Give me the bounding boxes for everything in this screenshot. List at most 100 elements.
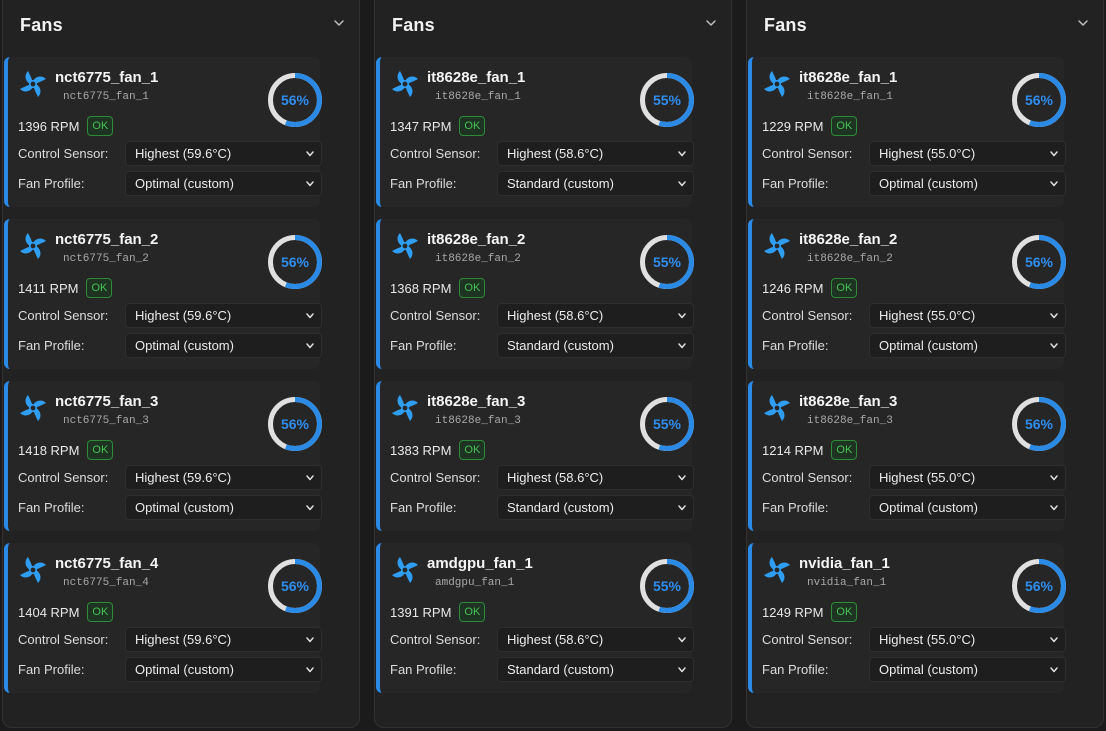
- fan-profile-select[interactable]: Optimal (custom): [125, 495, 322, 520]
- chevron-down-icon: [706, 20, 716, 26]
- fan-card: nvidia_fan_1 nvidia_fan_1 56% 1249 RPM O…: [748, 543, 1066, 693]
- fan-profile-value: Optimal (custom): [879, 662, 978, 677]
- fan-icon: [20, 233, 46, 259]
- fan-profile-select[interactable]: Optimal (custom): [869, 495, 1066, 520]
- chevron-down-icon: [306, 343, 314, 349]
- control-sensor-select[interactable]: Highest (55.0°C): [869, 141, 1066, 166]
- chevron-down-icon: [678, 637, 686, 643]
- fan-speed-gauge: 56%: [1011, 234, 1067, 290]
- panel-title: Fans: [392, 15, 435, 35]
- status-badge: OK: [459, 440, 486, 460]
- fan-rpm: 1404 RPM: [18, 604, 80, 620]
- fan-profile-select[interactable]: Standard (custom): [497, 495, 694, 520]
- fan-speed-percent: 56%: [1024, 416, 1054, 432]
- control-sensor-select[interactable]: Highest (58.6°C): [497, 141, 694, 166]
- panel-title: Fans: [764, 15, 807, 35]
- chevron-down-icon: [306, 637, 314, 643]
- fan-speed-percent: 56%: [280, 92, 310, 108]
- fan-profile-select[interactable]: Optimal (custom): [869, 171, 1066, 196]
- fan-card: nct6775_fan_1 nct6775_fan_1 56% 1396 RPM…: [4, 57, 323, 207]
- fan-speed-percent: 56%: [280, 578, 310, 594]
- control-sensor-label: Control Sensor:: [762, 632, 853, 647]
- fan-rpm: 1214 RPM: [762, 442, 824, 458]
- fan-profile-select[interactable]: Standard (custom): [497, 333, 694, 358]
- fan-speed-gauge: 56%: [267, 72, 323, 128]
- fan-icon: [392, 395, 418, 421]
- fan-card: it8628e_fan_1 it8628e_fan_1 56% 1229 RPM…: [748, 57, 1066, 207]
- chevron-down-icon: [1050, 151, 1058, 157]
- control-sensor-select[interactable]: Highest (55.0°C): [869, 465, 1066, 490]
- fan-id: nct6775_fan_2: [63, 253, 149, 265]
- fans-panel-1: Fans nct6775_fan_1 nct6775_fan_1 56% 139…: [2, 0, 360, 728]
- fan-profile-label: Fan Profile:: [18, 176, 85, 191]
- fan-rpm: 1347 RPM: [390, 118, 452, 134]
- chevron-down-icon: [1050, 505, 1058, 511]
- control-sensor-select[interactable]: Highest (59.6°C): [125, 141, 322, 166]
- control-sensor-select[interactable]: Highest (58.6°C): [497, 303, 694, 328]
- fan-rpm: 1368 RPM: [390, 280, 452, 296]
- chevron-down-icon: [1050, 343, 1058, 349]
- control-sensor-value: Highest (59.6°C): [135, 632, 232, 647]
- fan-profile-select[interactable]: Optimal (custom): [125, 333, 322, 358]
- fan-profile-label: Fan Profile:: [390, 662, 457, 677]
- chevron-down-icon: [678, 667, 686, 673]
- chevron-down-icon: [306, 313, 314, 319]
- status-badge: OK: [87, 602, 114, 622]
- control-sensor-label: Control Sensor:: [762, 146, 853, 161]
- fan-profile-value: Optimal (custom): [879, 500, 978, 515]
- control-sensor-select[interactable]: Highest (59.6°C): [125, 303, 322, 328]
- collapse-button[interactable]: [331, 15, 347, 31]
- fan-speed-percent: 55%: [652, 92, 682, 108]
- control-sensor-label: Control Sensor:: [762, 470, 853, 485]
- fan-profile-select[interactable]: Optimal (custom): [869, 333, 1066, 358]
- fan-profile-value: Optimal (custom): [135, 176, 234, 191]
- control-sensor-label: Control Sensor:: [18, 632, 109, 647]
- fan-profile-value: Optimal (custom): [135, 500, 234, 515]
- fan-name: it8628e_fan_1: [427, 69, 526, 86]
- control-sensor-select[interactable]: Highest (59.6°C): [125, 465, 322, 490]
- control-sensor-select[interactable]: Highest (58.6°C): [497, 627, 694, 652]
- control-sensor-select[interactable]: Highest (58.6°C): [497, 465, 694, 490]
- control-sensor-value: Highest (55.0°C): [879, 470, 976, 485]
- fan-speed-gauge: 55%: [639, 72, 695, 128]
- chevron-down-icon: [334, 20, 344, 26]
- fan-rpm: 1246 RPM: [762, 280, 824, 296]
- chevron-down-icon: [306, 667, 314, 673]
- status-badge: OK: [87, 440, 114, 460]
- fan-profile-label: Fan Profile:: [762, 500, 829, 515]
- fan-id: it8628e_fan_1: [435, 91, 521, 103]
- fan-icon: [764, 233, 790, 259]
- control-sensor-label: Control Sensor:: [18, 470, 109, 485]
- fans-dashboard: Fans nct6775_fan_1 nct6775_fan_1 56% 139…: [0, 0, 1106, 731]
- collapse-button[interactable]: [703, 15, 719, 31]
- fan-rpm: 1396 RPM: [18, 118, 80, 134]
- fan-rpm: 1229 RPM: [762, 118, 824, 134]
- status-badge: OK: [831, 278, 858, 298]
- fan-card: nct6775_fan_3 nct6775_fan_3 56% 1418 RPM…: [4, 381, 322, 531]
- control-sensor-select[interactable]: Highest (59.6°C): [125, 627, 322, 652]
- fan-rpm: 1383 RPM: [390, 442, 452, 458]
- fan-name: nct6775_fan_1: [55, 69, 159, 86]
- fan-profile-value: Optimal (custom): [879, 338, 978, 353]
- collapse-button[interactable]: [1075, 15, 1091, 31]
- control-sensor-label: Control Sensor:: [390, 470, 481, 485]
- status-badge: OK: [459, 278, 486, 298]
- fan-profile-select[interactable]: Standard (custom): [497, 171, 694, 196]
- fan-profile-select[interactable]: Standard (custom): [497, 657, 694, 682]
- fan-name: nct6775_fan_4: [55, 555, 159, 572]
- control-sensor-value: Highest (55.0°C): [879, 308, 976, 323]
- fan-profile-label: Fan Profile:: [18, 338, 85, 353]
- control-sensor-select[interactable]: Highest (55.0°C): [869, 627, 1066, 652]
- fan-name: it8628e_fan_1: [799, 69, 898, 86]
- fan-profile-select[interactable]: Optimal (custom): [869, 657, 1066, 682]
- fan-speed-percent: 56%: [280, 254, 310, 270]
- control-sensor-value: Highest (58.6°C): [507, 146, 604, 161]
- control-sensor-label: Control Sensor:: [18, 308, 109, 323]
- fan-speed-gauge: 56%: [267, 558, 323, 614]
- fan-card: it8628e_fan_3 it8628e_fan_3 56% 1214 RPM…: [748, 381, 1066, 531]
- chevron-down-icon: [678, 505, 686, 511]
- fan-profile-select[interactable]: Optimal (custom): [125, 171, 322, 196]
- fan-name: it8628e_fan_2: [799, 231, 898, 248]
- control-sensor-select[interactable]: Highest (55.0°C): [869, 303, 1066, 328]
- fan-profile-select[interactable]: Optimal (custom): [125, 657, 322, 682]
